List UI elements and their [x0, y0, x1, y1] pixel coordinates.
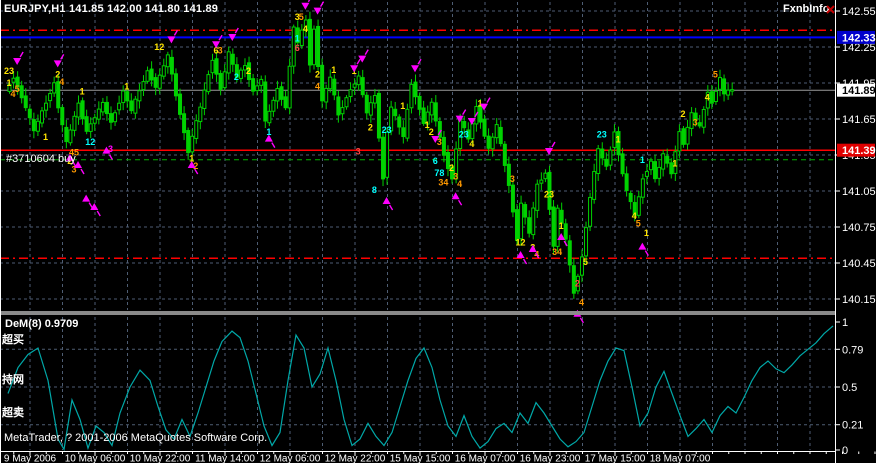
svg-text:17 May 15:00: 17 May 15:00: [585, 454, 646, 463]
svg-text:3: 3: [693, 118, 698, 128]
svg-text:5: 5: [15, 84, 20, 94]
svg-text:34: 34: [552, 247, 562, 257]
svg-text:141.65: 141.65: [842, 114, 876, 126]
svg-text:1: 1: [477, 98, 482, 108]
svg-text:2: 2: [246, 66, 251, 76]
svg-text:2: 2: [429, 127, 434, 137]
svg-text:4: 4: [315, 82, 320, 92]
chart-window: EURJPY,H1 141.85 142.00 141.80 141.89 Fx…: [0, 0, 876, 463]
svg-text:8: 8: [372, 185, 377, 195]
svg-text:18 May 07:00: 18 May 07:00: [650, 454, 711, 463]
svg-text:15 May 15:00: 15 May 15:00: [390, 454, 451, 463]
svg-text:2: 2: [368, 122, 373, 132]
svg-text:23: 23: [382, 125, 392, 135]
svg-text:1: 1: [80, 86, 85, 96]
svg-text:5: 5: [583, 257, 588, 267]
chart-canvas[interactable]: 2314512423451123112126322135164241132823…: [0, 0, 876, 463]
svg-text:12 May 06:00: 12 May 06:00: [260, 454, 321, 463]
svg-text:6: 6: [295, 43, 300, 53]
svg-text:5: 5: [299, 12, 304, 22]
svg-text:142.55: 142.55: [842, 6, 876, 18]
svg-text:2: 2: [315, 70, 320, 80]
price-axis: 142.55142.25141.95141.65141.35141.05140.…: [835, 0, 876, 463]
svg-text:78: 78: [434, 168, 444, 178]
svg-text:4: 4: [303, 24, 308, 34]
svg-text:6: 6: [433, 156, 438, 166]
svg-text:5: 5: [713, 70, 718, 80]
svg-text:1: 1: [331, 65, 336, 75]
time-axis: 9 May 2006 10 May 06:00 10 May 22:00 11 May…: [4, 452, 875, 463]
gridlines: [0, 2, 835, 450]
svg-text:4: 4: [457, 179, 462, 189]
svg-text:1: 1: [124, 82, 129, 92]
order-label: #3710604 buy: [6, 153, 76, 165]
svg-text:2: 2: [575, 278, 580, 288]
svg-text:12: 12: [516, 238, 526, 248]
svg-text:23: 23: [459, 130, 469, 140]
svg-text:142.33: 142.33: [842, 32, 876, 44]
svg-text:141.39: 141.39: [842, 145, 876, 157]
svg-text:34: 34: [438, 178, 448, 188]
svg-text:12 May 22:00: 12 May 22:00: [325, 454, 386, 463]
svg-text:1: 1: [43, 132, 48, 142]
dem-line: [8, 326, 833, 450]
svg-text:3: 3: [218, 46, 223, 56]
svg-text:141.05: 141.05: [842, 186, 876, 198]
oversold-label: 超卖: [2, 404, 24, 420]
svg-text:1: 1: [672, 158, 677, 168]
svg-text:4: 4: [705, 92, 710, 102]
svg-text:10 May 22:00: 10 May 22:00: [130, 454, 191, 463]
svg-text:1: 1: [6, 78, 11, 88]
svg-text:16 May 23:00: 16 May 23:00: [520, 454, 581, 463]
svg-text:16 May 07:00: 16 May 07:00: [455, 454, 516, 463]
svg-text:5: 5: [636, 218, 641, 228]
svg-text:1: 1: [842, 317, 848, 329]
brand-label: FxnbInfo: [783, 3, 829, 15]
copyright: MetaTrader, ? 2001-2006 MetaQuotes Softw…: [4, 432, 267, 444]
svg-text:0: 0: [842, 445, 848, 457]
indicator-label: DeM(8) 0.9709: [5, 318, 78, 330]
svg-text:23: 23: [544, 190, 554, 200]
svg-text:1: 1: [644, 228, 649, 238]
svg-text:10 May 06:00: 10 May 06:00: [65, 454, 126, 463]
svg-text:141.89: 141.89: [842, 85, 876, 97]
svg-text:23: 23: [597, 130, 607, 140]
svg-text:1: 1: [295, 34, 300, 44]
svg-text:2: 2: [234, 72, 239, 82]
svg-text:1: 1: [640, 155, 645, 165]
svg-text:4: 4: [579, 298, 584, 308]
svg-text:9 May 2006: 9 May 2006: [4, 454, 57, 463]
svg-text:2: 2: [680, 109, 685, 119]
svg-text:1: 1: [615, 134, 620, 144]
svg-text:0.79: 0.79: [842, 344, 863, 356]
svg-text:3: 3: [356, 146, 361, 156]
svg-text:0.21: 0.21: [842, 420, 863, 432]
midline-label: 持网: [2, 371, 24, 387]
svg-text:140.45: 140.45: [842, 258, 876, 270]
svg-text:1: 1: [559, 221, 564, 231]
svg-text:4: 4: [469, 139, 474, 149]
svg-text:0.5: 0.5: [842, 382, 857, 394]
svg-text:23: 23: [4, 66, 14, 76]
overbought-label: 超买: [2, 331, 24, 347]
chart-title: EURJPY,H1 141.85 142.00 141.80 141.89: [4, 3, 218, 15]
svg-text:12: 12: [154, 42, 164, 52]
svg-text:11 May 14:00: 11 May 14:00: [195, 454, 255, 463]
svg-text:140.15: 140.15: [842, 294, 876, 306]
svg-text:3: 3: [510, 174, 515, 184]
level-lines: [0, 30, 835, 258]
svg-text:1: 1: [400, 101, 405, 111]
svg-text:140.75: 140.75: [842, 222, 876, 234]
svg-text:12: 12: [85, 137, 95, 147]
svg-text:4: 4: [59, 77, 64, 87]
